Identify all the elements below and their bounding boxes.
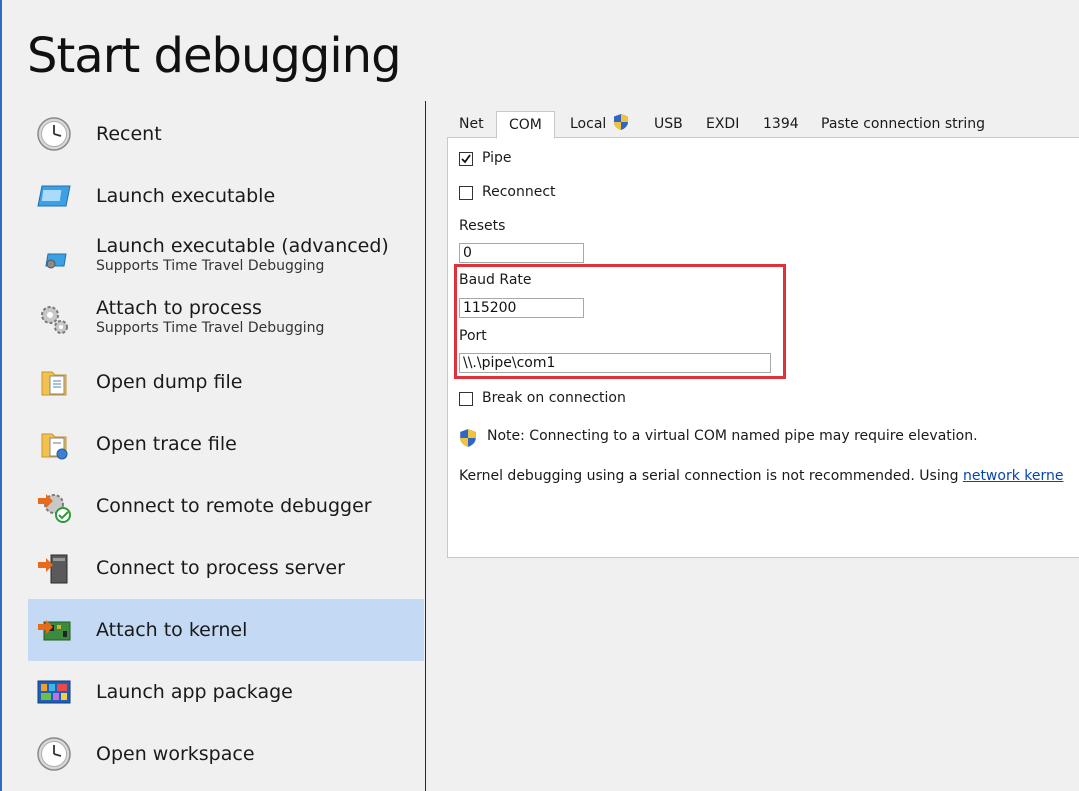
sidebar-item-label: Open trace file <box>96 433 237 455</box>
network-kernel-link[interactable]: network kerne <box>963 468 1064 484</box>
gears-icon <box>36 302 72 338</box>
resets-label: Resets <box>459 218 506 234</box>
sidebar-item-launch-executable[interactable]: Launch executable <box>28 165 424 227</box>
sidebar-item-label: Recent <box>96 123 162 145</box>
tab-local[interactable]: Local <box>566 111 633 137</box>
trace-file-icon <box>36 426 72 462</box>
reconnect-checkbox[interactable] <box>459 186 473 200</box>
sidebar-item-attach-to-process[interactable]: Attach to process Supports Time Travel D… <box>28 289 424 351</box>
sidebar-item-label: Open dump file <box>96 371 243 393</box>
sidebar-item-sublabel: Supports Time Travel Debugging <box>96 258 325 274</box>
pipe-label[interactable]: Pipe <box>482 150 512 166</box>
tab-1394[interactable]: 1394 <box>759 111 803 137</box>
tab-usb[interactable]: USB <box>650 111 687 137</box>
port-field[interactable] <box>459 353 771 373</box>
break-on-connection-label[interactable]: Break on connection <box>482 390 626 406</box>
sidebar-item-open-workspace[interactable]: Open workspace <box>28 723 424 785</box>
tab-local-label: Local <box>570 116 607 132</box>
sidebar-item-attach-to-kernel[interactable]: Attach to kernel <box>28 599 424 661</box>
port-label: Port <box>459 328 487 344</box>
app-package-icon <box>36 674 72 710</box>
sidebar-item-label: Launch executable <box>96 185 276 207</box>
sidebar-item-sublabel: Supports Time Travel Debugging <box>96 320 325 336</box>
sidebar: Recent Launch executable Launch executab… <box>28 103 424 785</box>
tab-exdi[interactable]: EXDI <box>702 111 743 137</box>
window-gear-icon <box>36 240 72 276</box>
sidebar-item-launch-executable-advanced[interactable]: Launch executable (advanced) Supports Ti… <box>28 227 424 289</box>
remote-debugger-icon <box>36 488 72 524</box>
sidebar-item-label: Attach to kernel <box>96 619 248 641</box>
sidebar-item-recent[interactable]: Recent <box>28 103 424 165</box>
uac-shield-icon <box>613 113 629 140</box>
tab-com[interactable]: COM <box>496 111 555 139</box>
reconnect-label[interactable]: Reconnect <box>482 184 556 200</box>
com-settings-panel: Pipe Reconnect Resets Baud Rate Port Bre… <box>447 137 1079 558</box>
break-on-connection-checkbox[interactable] <box>459 392 473 406</box>
window-accent-edge <box>0 0 2 791</box>
resets-field[interactable] <box>459 243 584 263</box>
tab-paste-connection-string[interactable]: Paste connection string <box>817 111 989 137</box>
sidebar-item-label: Connect to process server <box>96 557 345 579</box>
sidebar-item-launch-app-package[interactable]: Launch app package <box>28 661 424 723</box>
baud-rate-label: Baud Rate <box>459 272 532 288</box>
pipe-checkbox[interactable] <box>459 152 473 166</box>
sidebar-item-connect-process-server[interactable]: Connect to process server <box>28 537 424 599</box>
kernel-board-icon <box>36 612 72 648</box>
sidebar-item-open-trace-file[interactable]: Open trace file <box>28 413 424 475</box>
clock-icon <box>36 736 72 772</box>
sidebar-item-label: Launch executable (advanced) <box>96 235 389 257</box>
sidebar-item-label: Connect to remote debugger <box>96 495 372 517</box>
dump-file-icon <box>36 364 72 400</box>
kernel-serial-warning: Kernel debugging using a serial connecti… <box>459 468 1063 484</box>
process-server-icon <box>36 550 72 586</box>
tab-net[interactable]: Net <box>455 111 488 137</box>
page-title: Start debugging <box>27 28 402 84</box>
uac-shield-icon <box>459 428 477 452</box>
clock-icon <box>36 116 72 152</box>
sidebar-item-connect-remote-debugger[interactable]: Connect to remote debugger <box>28 475 424 537</box>
sidebar-item-label: Launch app package <box>96 681 293 703</box>
kernel-serial-warning-text: Kernel debugging using a serial connecti… <box>459 468 963 484</box>
sidebar-item-label: Attach to process <box>96 297 262 319</box>
elevation-note: Note: Connecting to a virtual COM named … <box>487 428 978 444</box>
baud-rate-field[interactable] <box>459 298 584 318</box>
sidebar-item-label: Open workspace <box>96 743 255 765</box>
pane-divider <box>425 101 426 791</box>
window-icon <box>36 178 72 214</box>
sidebar-item-open-dump-file[interactable]: Open dump file <box>28 351 424 413</box>
